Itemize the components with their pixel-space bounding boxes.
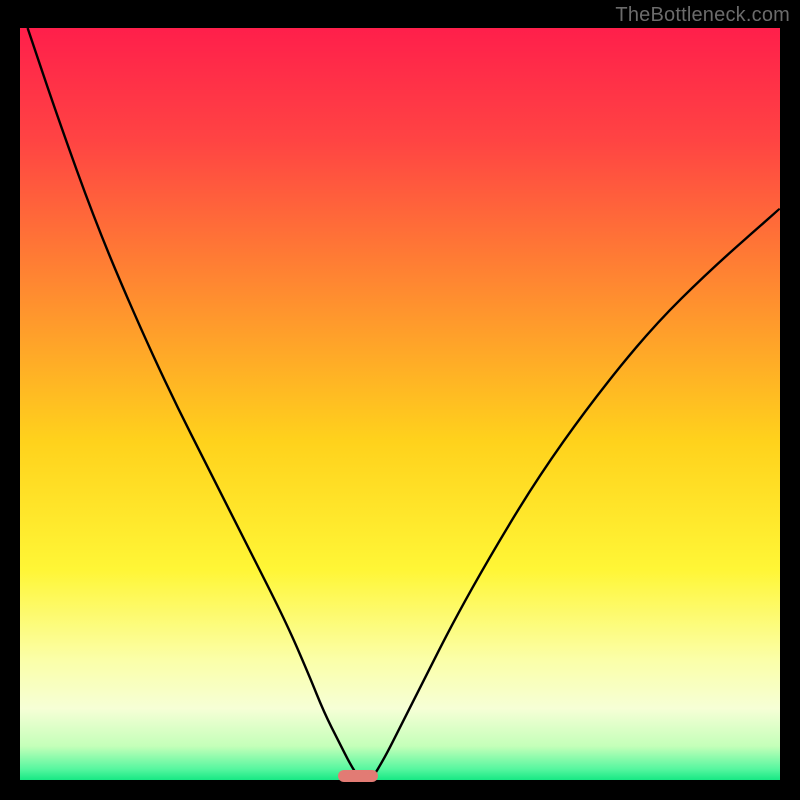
- optimal-marker: [338, 770, 378, 782]
- plot-background: [20, 28, 780, 780]
- chart-stage: TheBottleneck.com: [0, 0, 800, 800]
- watermark-text: TheBottleneck.com: [615, 4, 790, 27]
- bottleneck-chart: [0, 0, 800, 800]
